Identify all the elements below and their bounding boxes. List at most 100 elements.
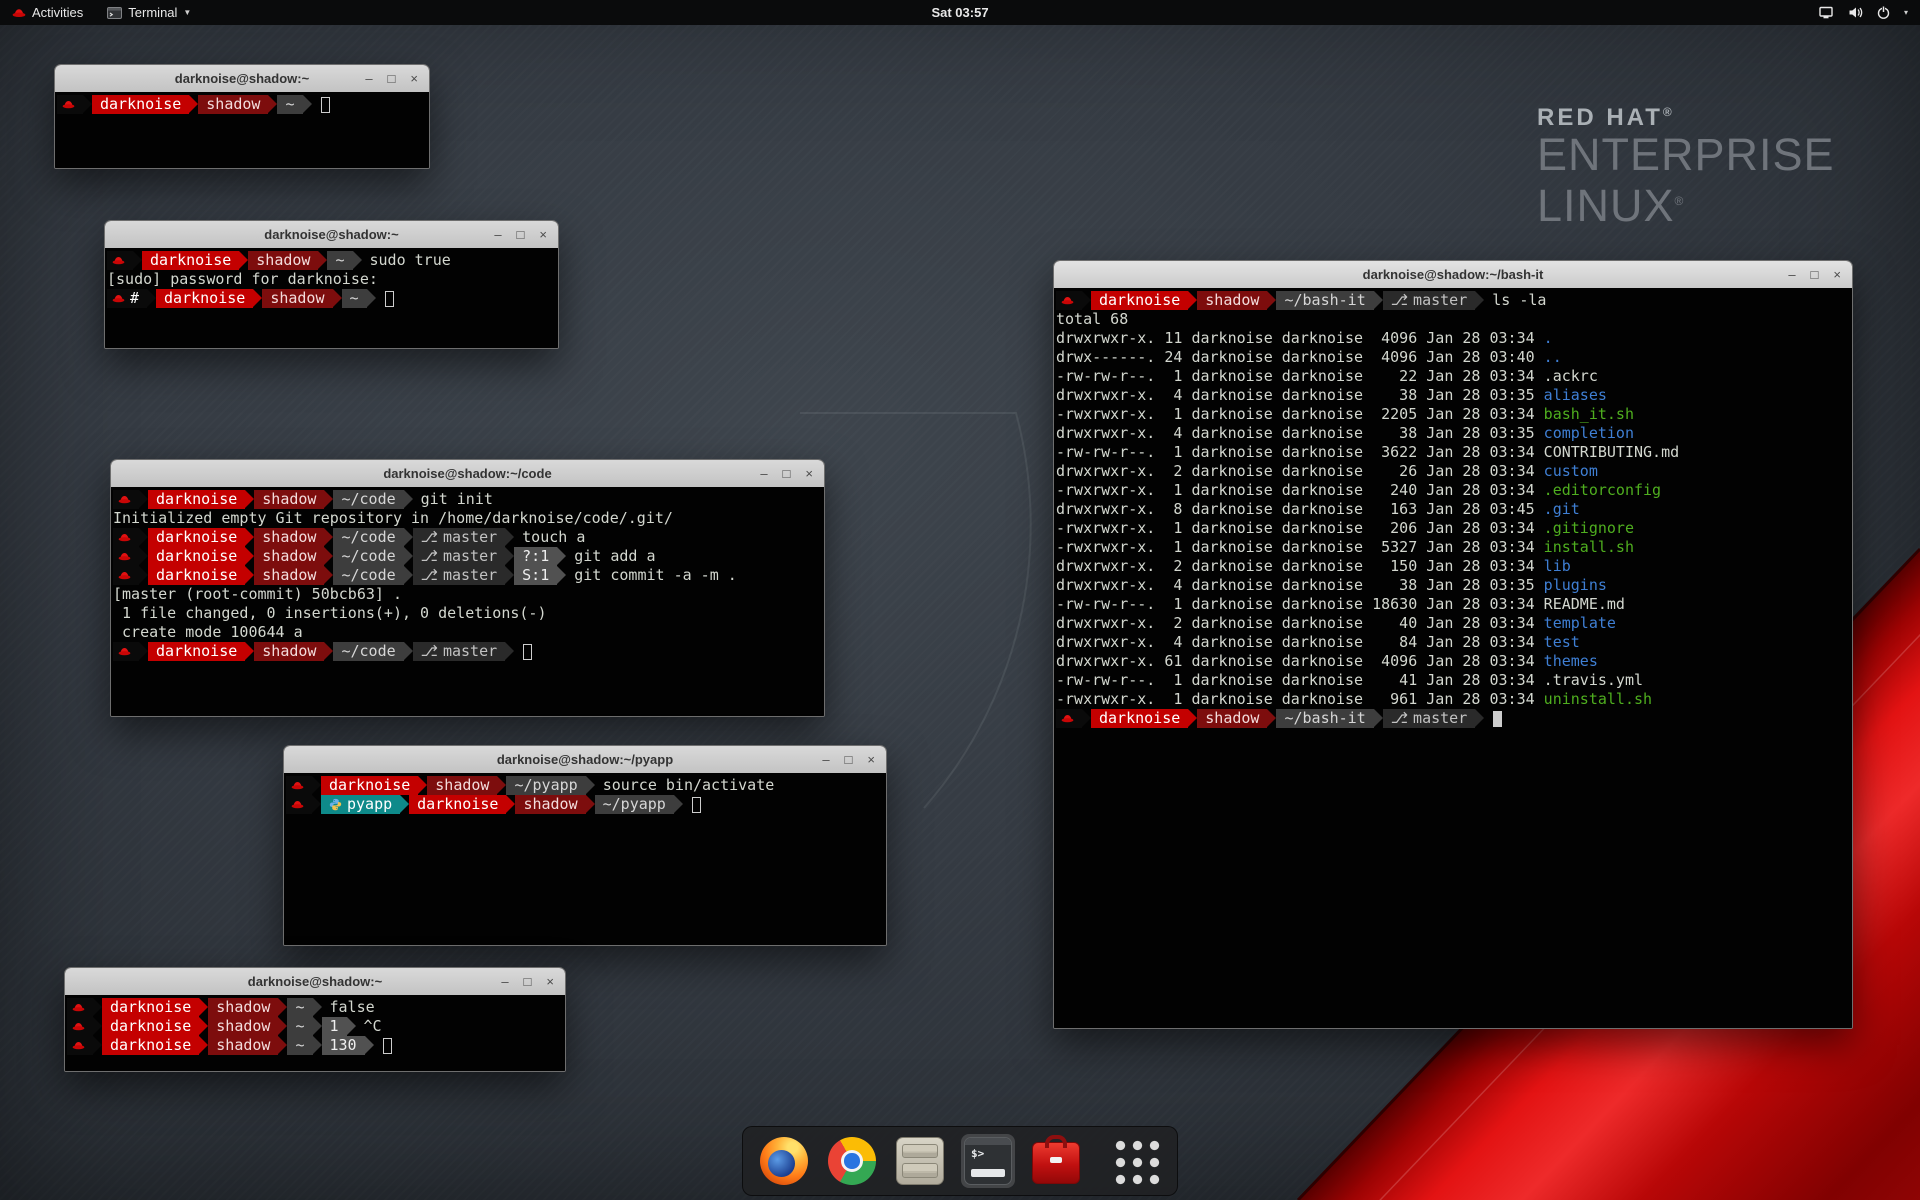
terminal-content[interactable]: darknoiseshadow~/bash-it⎇masterls -latot… xyxy=(1054,288,1852,1028)
powerline-arrow xyxy=(404,547,413,565)
minimize-button[interactable]: – xyxy=(822,746,829,773)
terminal-window-home-exit[interactable]: darknoise@shadow:~–□×darknoiseshadow~fal… xyxy=(64,967,566,1072)
powerline-arrow xyxy=(268,95,277,113)
prompt-segment-hat xyxy=(113,528,139,547)
powerline-arrow xyxy=(1188,709,1197,727)
clock[interactable]: Sat 03:57 xyxy=(0,5,1920,20)
prompt-segment-path: ~/bash-it xyxy=(1276,291,1373,310)
terminal-cursor xyxy=(692,797,701,813)
prompt-segment-host: shadow xyxy=(254,547,324,566)
maximize-button[interactable]: □ xyxy=(524,968,532,995)
toolbox-icon xyxy=(1032,1142,1080,1184)
prompt-line: darknoiseshadow~/code⎇master?:1git add a xyxy=(113,547,822,566)
powerline-arrow xyxy=(278,998,287,1016)
minimize-button[interactable]: – xyxy=(501,968,508,995)
close-button[interactable]: × xyxy=(539,221,547,248)
branch-icon: ⎇ xyxy=(421,566,438,585)
powerline-arrow xyxy=(404,490,413,508)
file-name: .editorconfig xyxy=(1544,481,1661,499)
terminal-window-code[interactable]: darknoise@shadow:~/code–□×darknoiseshado… xyxy=(110,459,825,717)
powerline-arrow xyxy=(147,289,156,307)
file-list-row: -rwxrwxr-x. 1 darknoise darknoise 961 Ja… xyxy=(1056,690,1850,709)
terminal-content[interactable]: darknoiseshadow~/pyappsource bin/activat… xyxy=(284,773,886,945)
file-name: .travis.yml xyxy=(1544,671,1643,689)
close-button[interactable]: × xyxy=(805,460,813,487)
powerline-arrow xyxy=(189,95,198,113)
window-titlebar[interactable]: darknoise@shadow:~/pyapp–□ × xyxy=(284,746,886,774)
maximize-button[interactable]: □ xyxy=(1811,261,1819,288)
maximize-button[interactable]: □ xyxy=(783,460,791,487)
minimize-button[interactable]: – xyxy=(760,460,767,487)
terminal-window-home-1[interactable]: darknoise@shadow:~–□×darknoiseshadow~ xyxy=(54,64,430,169)
close-button[interactable]: × xyxy=(546,968,554,995)
terminal-output-line: 1 file changed, 0 insertions(+), 0 delet… xyxy=(113,604,822,623)
powerline-arrow xyxy=(353,251,362,269)
powerline-arrow xyxy=(83,95,92,113)
file-list-row: -rw-rw-r--. 1 darknoise darknoise 3622 J… xyxy=(1056,443,1850,462)
window-title: darknoise@shadow:~ xyxy=(105,227,558,242)
powerline-arrow xyxy=(497,776,506,794)
redhat-icon xyxy=(291,781,304,790)
dock-show-applications[interactable] xyxy=(1109,1134,1163,1188)
maximize-button[interactable]: □ xyxy=(845,746,853,773)
powerline-arrow xyxy=(586,795,595,813)
terminal-window-home-sudo[interactable]: darknoise@shadow:~–□ ×darknoiseshadow~sud… xyxy=(104,220,559,349)
dock-toolbox[interactable] xyxy=(1029,1135,1083,1187)
close-button[interactable]: × xyxy=(410,65,418,92)
window-titlebar[interactable]: darknoise@shadow:~/bash-it–□× xyxy=(1054,261,1852,289)
window-controls: –□ × xyxy=(822,746,886,773)
system-status-area[interactable]: ▾ xyxy=(1806,0,1920,25)
firefox-icon xyxy=(760,1137,808,1185)
powerline-arrow xyxy=(93,1036,102,1054)
prompt-segment-hat xyxy=(1056,709,1082,728)
window-controls: –□ × xyxy=(1788,261,1852,288)
prompt-segment-path: ~/code xyxy=(333,490,403,509)
prompt-segment-hat xyxy=(113,547,139,566)
minimize-button[interactable]: – xyxy=(494,221,501,248)
prompt-segment-user: darknoise xyxy=(1091,291,1188,310)
terminal-content[interactable]: darknoiseshadow~sudo true[sudo] password… xyxy=(105,248,558,348)
window-titlebar[interactable]: darknoise@shadow:~/code–□× xyxy=(111,460,824,488)
terminal-content[interactable]: darknoiseshadow~falsedarknoiseshadow~1^C… xyxy=(65,995,565,1071)
close-button[interactable]: × xyxy=(1833,261,1841,288)
file-name: bash_it.sh xyxy=(1544,405,1634,423)
window-title: darknoise@shadow:~/pyapp xyxy=(284,752,886,767)
powerline-arrow xyxy=(93,1017,102,1035)
prompt-segment-git: ⎇master xyxy=(413,566,505,585)
terminal-window-bash-it[interactable]: darknoise@shadow:~/bash-it–□×darknoisesh… xyxy=(1053,260,1853,1029)
window-titlebar[interactable]: darknoise@shadow:~–□× xyxy=(55,65,429,93)
terminal-content[interactable]: darknoiseshadow~ xyxy=(55,92,429,168)
prompt-segment-user: darknoise xyxy=(409,795,506,814)
file-list-row: drwx------. 24 darknoise darknoise 4096 … xyxy=(1056,348,1850,367)
dock-terminal[interactable]: $> xyxy=(961,1134,1015,1188)
window-controls: –□ × xyxy=(501,968,565,995)
prompt-segment-path: ~ xyxy=(287,998,312,1017)
redhat-icon xyxy=(112,256,125,265)
minimize-button[interactable]: – xyxy=(1788,261,1795,288)
prompt-line: darknoiseshadow~ xyxy=(57,95,427,114)
maximize-button[interactable]: □ xyxy=(517,221,525,248)
prompt-segment-user: darknoise xyxy=(148,566,245,585)
dock-chrome[interactable] xyxy=(825,1134,879,1188)
window-titlebar[interactable]: darknoise@shadow:~–□ × xyxy=(105,221,558,249)
dock-files[interactable] xyxy=(893,1134,947,1188)
powerline-arrow xyxy=(313,998,322,1016)
terminal-icon: $> xyxy=(964,1137,1012,1185)
window-titlebar[interactable]: darknoise@shadow:~–□× xyxy=(65,968,565,996)
window-controls: –□ × xyxy=(365,65,429,92)
prompt-segment-host: shadow xyxy=(254,566,324,585)
prompt-segment-hat xyxy=(113,490,139,509)
prompt-line: darknoiseshadow~1^C xyxy=(67,1017,563,1036)
maximize-button[interactable]: □ xyxy=(388,65,396,92)
prompt-segment-host: shadow xyxy=(515,795,585,814)
powerline-arrow xyxy=(278,1036,287,1054)
close-button[interactable]: × xyxy=(867,746,875,773)
minimize-button[interactable]: – xyxy=(365,65,372,92)
terminal-window-pyapp[interactable]: darknoise@shadow:~/pyapp–□ × darknoise shad… xyxy=(283,745,887,946)
dock-firefox[interactable] xyxy=(757,1134,811,1188)
prompt-segment-hat xyxy=(113,566,139,585)
terminal-content[interactable]: darknoiseshadow~/codegit initInitialized… xyxy=(111,487,824,716)
powerline-arrow xyxy=(313,1017,322,1035)
powerline-arrow xyxy=(1082,291,1091,309)
powerline-arrow xyxy=(245,490,254,508)
